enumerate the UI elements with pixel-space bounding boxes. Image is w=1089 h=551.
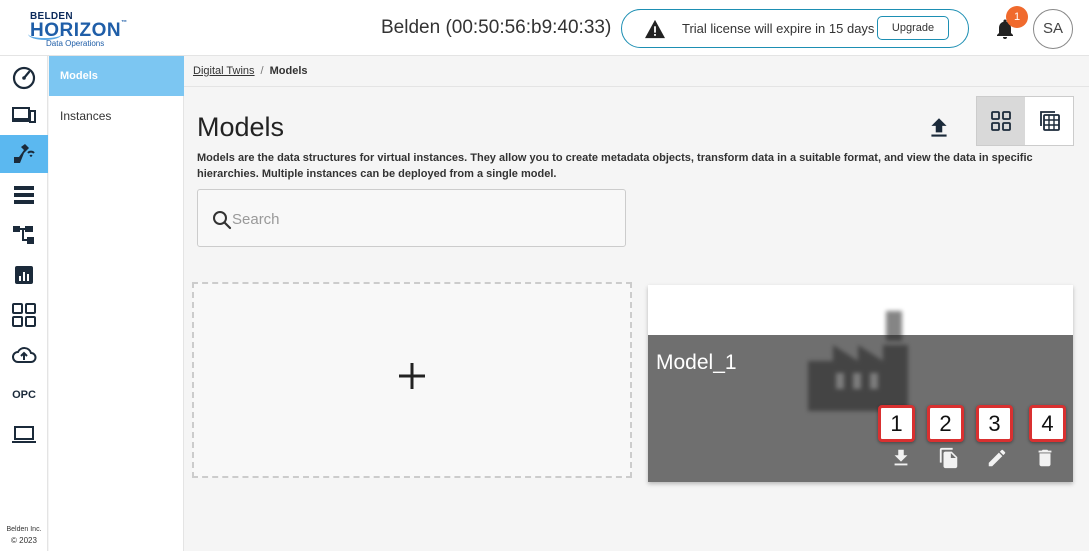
grid-view-icon [991, 111, 1011, 131]
dashboard-icon [12, 66, 36, 90]
footer-year: © 2023 [11, 536, 37, 545]
search-input[interactable] [232, 207, 612, 231]
belden-horizon-logo[interactable]: BELDEN HORIZON™ Data Operations [28, 8, 128, 50]
rail-item-laptop[interactable] [0, 416, 48, 454]
table-view-icon [1040, 111, 1060, 131]
delete-model-button[interactable] [1032, 445, 1058, 471]
search-icon [213, 211, 232, 230]
search-box [197, 189, 626, 247]
page-description: Models are the data structures for virtu… [197, 152, 1033, 180]
copy-icon [939, 447, 958, 469]
top-header: BELDEN HORIZON™ Data Operations Belden (… [0, 0, 1089, 56]
callout-2: 2 [927, 405, 964, 442]
rail-item-devices[interactable] [0, 96, 48, 134]
model-name: Model_1 [656, 351, 737, 374]
warning-icon [645, 19, 665, 39]
hierarchy-icon [13, 226, 34, 244]
grid-view-button[interactable] [977, 97, 1025, 145]
upload-icon[interactable] [926, 115, 952, 141]
rail-item-analytics[interactable] [0, 256, 48, 294]
logo-line-3: Data Operations [46, 39, 105, 48]
edit-model-button[interactable] [984, 445, 1010, 471]
download-icon [894, 449, 908, 466]
rail-item-storage[interactable] [0, 176, 48, 214]
footer-copyright: Belden Inc. © 2023 [0, 524, 48, 546]
breadcrumb-separator: / [260, 65, 264, 77]
rail-item-digital-twins[interactable] [0, 135, 48, 173]
main-content: Digital Twins / Models Models Models are t… [184, 56, 1089, 551]
edit-icon [988, 449, 1006, 467]
avatar[interactable]: SA [1033, 9, 1073, 49]
subnav-item-instances[interactable]: Instances [49, 96, 184, 136]
footer-company: Belden Inc. [6, 526, 42, 533]
table-view-button[interactable] [1026, 97, 1074, 145]
download-model-button[interactable] [888, 445, 914, 471]
breadcrumb-digital-twins[interactable]: Digital Twins [193, 65, 255, 77]
page-title: Models [197, 112, 285, 142]
rail-item-cloud-upload[interactable] [0, 336, 48, 374]
callout-3: 3 [976, 405, 1013, 442]
delete-icon [1038, 449, 1052, 467]
notification-badge: 1 [1006, 6, 1028, 28]
subnav-item-models[interactable]: Models [49, 56, 184, 96]
rail-item-hierarchy[interactable] [0, 216, 48, 254]
rail-item-dashboard[interactable] [0, 58, 48, 96]
laptop-icon [12, 426, 36, 443]
analytics-icon [15, 266, 33, 284]
opc-icon: OPC [12, 389, 36, 401]
license-text: Trial license will expire in 15 days [682, 21, 875, 36]
icon-rail: OPC Belden Inc. © 2023 [0, 56, 48, 551]
digital-twins-icon [14, 144, 35, 163]
breadcrumb: Digital Twins / Models [184, 56, 1089, 87]
callout-1: 1 [878, 405, 915, 442]
apps-icon [12, 303, 36, 327]
view-toggle-group [976, 96, 1074, 146]
breadcrumb-current: Models [269, 65, 308, 77]
factory-icon [808, 311, 908, 411]
copy-model-button[interactable] [936, 445, 962, 471]
plus-icon [399, 363, 425, 389]
storage-icon [14, 186, 34, 204]
cloud-upload-icon [12, 347, 37, 363]
model-card[interactable]: Model_1 [648, 285, 1073, 482]
callout-4: 4 [1029, 405, 1066, 442]
rail-item-apps[interactable] [0, 296, 48, 334]
rail-item-opc[interactable]: OPC [0, 376, 48, 414]
upgrade-button[interactable]: Upgrade [877, 16, 949, 40]
sub-navigation: Models Instances [49, 56, 184, 551]
license-banner: Trial license will expire in 15 days Upg… [621, 9, 969, 48]
devices-icon [12, 107, 36, 123]
device-title: Belden (00:50:56:b9:40:33) [381, 17, 612, 38]
add-model-card[interactable] [192, 282, 632, 478]
